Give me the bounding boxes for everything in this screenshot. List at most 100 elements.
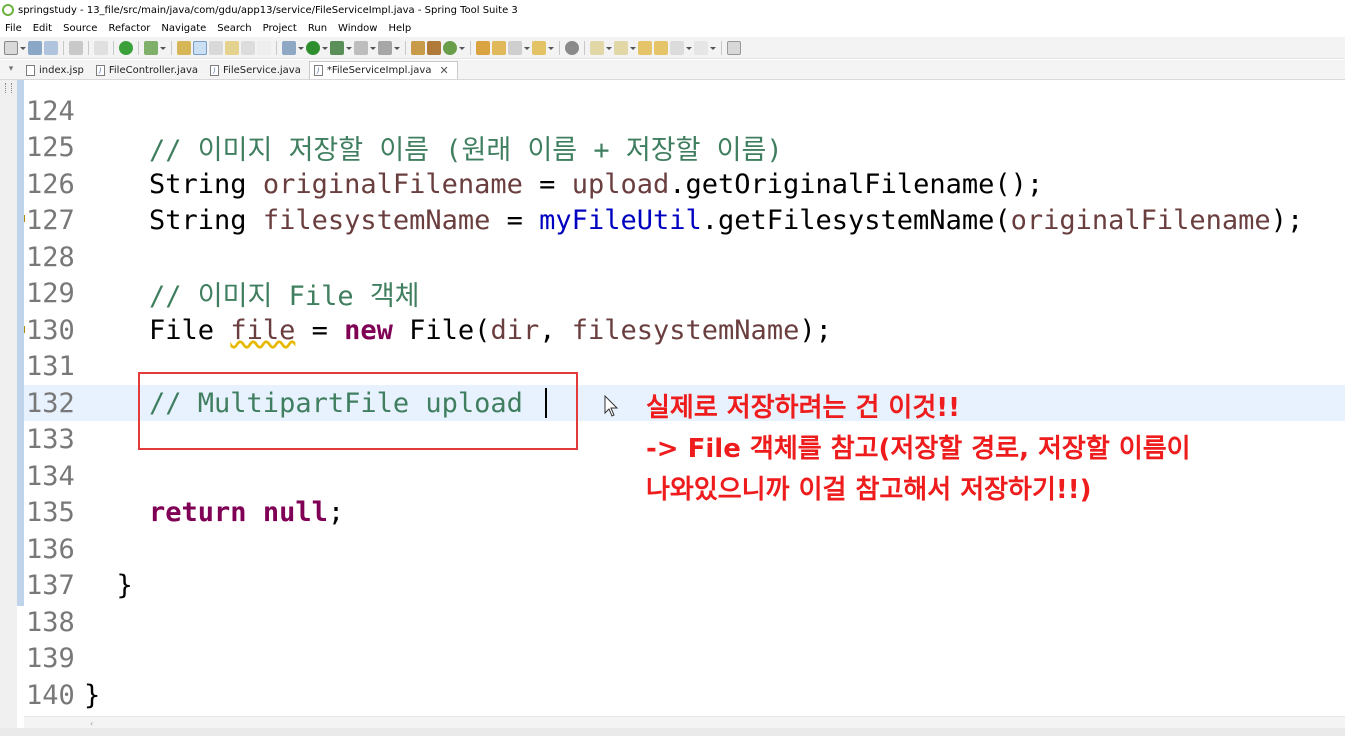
new-class-icon[interactable] xyxy=(443,40,457,55)
word-wrap-icon[interactable] xyxy=(225,40,239,55)
menu-navigate[interactable]: Navigate xyxy=(156,23,212,34)
toolbar-separator xyxy=(276,40,277,55)
run-icon[interactable] xyxy=(306,40,320,55)
line-number: 140 xyxy=(26,679,75,711)
new-package-icon[interactable] xyxy=(427,40,441,55)
editor-left-margin xyxy=(0,80,17,736)
toggle-block-selection-icon[interactable] xyxy=(193,40,207,55)
toolbar-separator xyxy=(470,40,471,55)
warning-icon[interactable] xyxy=(24,326,25,333)
save-icon[interactable] xyxy=(28,40,42,55)
line-number: 138 xyxy=(26,606,75,638)
pilcrow-icon[interactable] xyxy=(257,40,271,55)
last-edit-location-icon[interactable] xyxy=(638,40,652,55)
toolbar-separator xyxy=(584,40,585,55)
menu-run[interactable]: Run xyxy=(303,23,333,34)
code-text: String originalFilename = upload.getOrig… xyxy=(84,168,1044,200)
terminal-icon[interactable] xyxy=(69,40,83,55)
code-text: } xyxy=(84,679,101,711)
next-annotation-icon[interactable] xyxy=(590,40,604,55)
code-comment: // 이미지 File 객체 xyxy=(84,280,420,312)
menu-project[interactable]: Project xyxy=(258,23,303,34)
new-class-dropdown-icon[interactable] xyxy=(459,41,465,55)
java-file-icon: J xyxy=(313,65,323,76)
folding-marker-icon xyxy=(5,83,12,93)
deploy-dropdown-icon[interactable] xyxy=(394,41,400,55)
back-icon[interactable] xyxy=(670,40,684,55)
main-toolbar xyxy=(0,37,1345,59)
menu-bar: File Edit Source Refactor Navigate Searc… xyxy=(0,20,1345,36)
menu-file[interactable]: File xyxy=(0,23,28,34)
web-browser-icon[interactable] xyxy=(565,40,579,55)
annotation-note: 실제로 저장하려는 건 이것!! -> File 객체를 참고(저장할 경로, … xyxy=(646,388,1191,511)
back-history-icon[interactable] xyxy=(654,40,668,55)
code-line: 127 String filesystemName = myFileUtil.g… xyxy=(24,202,1345,238)
skip-breakpoints-icon[interactable] xyxy=(94,40,108,55)
back-dropdown-icon[interactable] xyxy=(686,41,692,55)
spring-boot-dashboard-icon[interactable] xyxy=(119,40,133,55)
previous-annotation-icon[interactable] xyxy=(614,40,628,55)
spring-tool-suite-icon xyxy=(2,4,14,16)
close-tab-icon[interactable]: ✕ xyxy=(439,64,448,77)
toolbar-separator xyxy=(721,40,722,55)
horizontal-scrollbar[interactable]: ‹ xyxy=(24,716,1345,728)
next-annotation-dropdown-icon[interactable] xyxy=(606,41,612,55)
coverage-icon[interactable] xyxy=(354,40,368,55)
tab-file-controller-java[interactable]: J FileController.java xyxy=(92,61,206,79)
search-dropdown-icon[interactable] xyxy=(524,41,530,55)
search-icon[interactable] xyxy=(508,40,522,55)
code-line: 138 xyxy=(24,604,1345,640)
code-line: 140 } xyxy=(24,677,1345,713)
coverage-dropdown-icon[interactable] xyxy=(370,41,376,55)
menu-help[interactable]: Help xyxy=(383,23,417,34)
save-all-icon[interactable] xyxy=(44,40,58,55)
tab-index-jsp[interactable]: index.jsp xyxy=(22,61,92,79)
menu-search[interactable]: Search xyxy=(212,23,257,34)
new-dropdown-icon[interactable] xyxy=(20,41,26,55)
toolbar-separator xyxy=(171,40,172,55)
run-dropdown-icon[interactable] xyxy=(322,41,328,55)
line-number: 130 xyxy=(26,314,75,346)
line-number: 126 xyxy=(26,168,75,200)
new-icon[interactable] xyxy=(4,40,18,55)
menu-refactor[interactable]: Refactor xyxy=(103,23,156,34)
minimize-panel-icon[interactable]: ▾ xyxy=(0,59,22,79)
spring-starter-icon[interactable] xyxy=(144,40,158,55)
show-whitespace-icon[interactable] xyxy=(209,40,223,55)
tab-label: FileService.java xyxy=(223,64,301,76)
forward-dropdown-icon[interactable] xyxy=(710,41,716,55)
window-title: springstudy - 13_file/src/main/java/com/… xyxy=(18,4,518,16)
menu-window[interactable]: Window xyxy=(333,23,383,34)
resource-dropdown-icon[interactable] xyxy=(548,41,554,55)
code-comment: // 이미지 저장할 이름 (원래 이름 + 저장할 이름) xyxy=(84,134,783,166)
tab-label: *FileServiceImpl.java xyxy=(326,65,432,76)
external-tools-dropdown-icon[interactable] xyxy=(346,41,352,55)
scroll-left-icon[interactable]: ‹ xyxy=(90,719,93,728)
quick-diff-change-bar xyxy=(17,80,24,606)
toolbar-separator xyxy=(138,40,139,55)
line-number: 135 xyxy=(26,496,75,528)
tab-file-service-java[interactable]: J FileService.java xyxy=(206,61,309,79)
new-java-project-icon[interactable] xyxy=(411,40,425,55)
show-source-icon[interactable] xyxy=(241,40,255,55)
open-resource-icon[interactable] xyxy=(532,40,546,55)
pin-editor-icon[interactable] xyxy=(727,40,741,55)
tab-file-service-impl-java[interactable]: J *FileServiceImpl.java ✕ xyxy=(308,61,458,79)
annotation-line: -> File 객체를 참고(저장할 경로, 저장할 이름이 xyxy=(646,434,1191,464)
debug-dropdown-icon[interactable] xyxy=(298,41,304,55)
debug-icon[interactable] xyxy=(282,40,296,55)
menu-source[interactable]: Source xyxy=(58,23,103,34)
run-external-tools-icon[interactable] xyxy=(330,40,344,55)
open-task-icon[interactable] xyxy=(492,40,506,55)
previous-annotation-dropdown-icon[interactable] xyxy=(630,41,636,55)
spring-dropdown-icon[interactable] xyxy=(160,41,166,55)
deploy-icon[interactable] xyxy=(378,40,392,55)
toggle-mark-occurrences-icon[interactable] xyxy=(177,40,191,55)
forward-icon[interactable] xyxy=(694,40,708,55)
text-cursor xyxy=(545,388,548,418)
open-type-icon[interactable] xyxy=(476,40,490,55)
code-line: 124 xyxy=(24,93,1345,129)
menu-edit[interactable]: Edit xyxy=(28,23,58,34)
annotation-line: 나와있으니까 이걸 참고해서 저장하기!!) xyxy=(646,475,1092,505)
